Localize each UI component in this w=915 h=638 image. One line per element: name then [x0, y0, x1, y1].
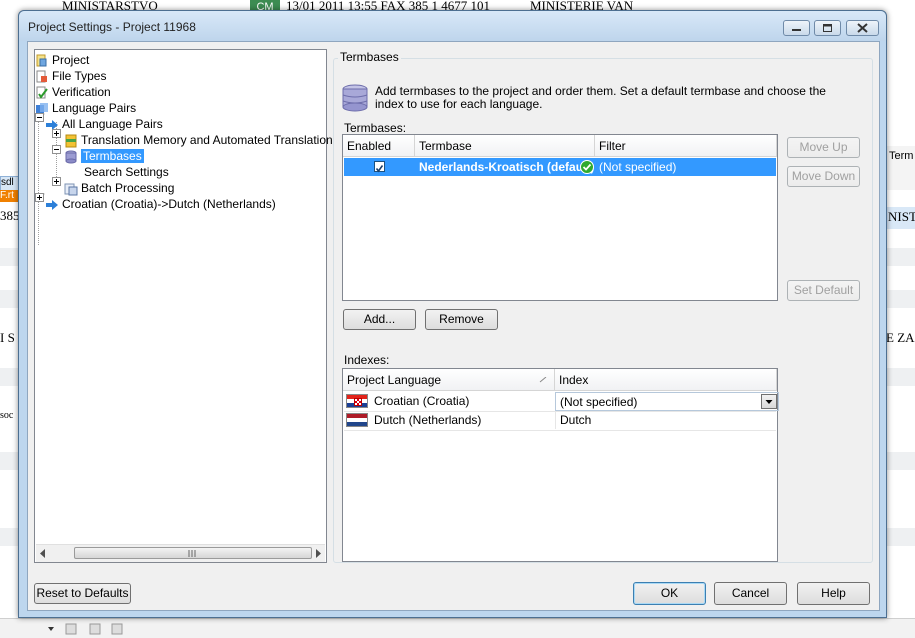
column-header-termbase[interactable]: Termbase: [415, 135, 595, 157]
scroll-right-icon[interactable]: [314, 549, 322, 558]
tree-item-label: Termbases: [81, 149, 144, 163]
tree-item-label: Search Settings: [84, 165, 169, 179]
chevron-down-icon: [765, 400, 773, 404]
tree-horizontal-scrollbar[interactable]: [36, 544, 325, 562]
tree-item-translation-memory[interactable]: Translation Memory and Automated Transla…: [64, 132, 333, 148]
tree-scroll-thumb[interactable]: [74, 547, 312, 559]
tree-item-label: File Types: [52, 69, 107, 83]
indexes-caption: Indexes:: [344, 353, 390, 367]
index-select[interactable]: (Not specified): [555, 392, 779, 411]
index-cell[interactable]: Dutch: [555, 411, 775, 429]
file-types-icon: [36, 70, 47, 83]
set-default-button[interactable]: Set Default: [787, 280, 860, 301]
project-icon: [36, 54, 47, 67]
language-cell: Croatian (Croatia): [374, 394, 470, 408]
tree-item-croatian-dutch[interactable]: Croatian (Croatia)->Dutch (Netherlands): [45, 196, 276, 212]
add-termbase-button[interactable]: Add...: [343, 309, 416, 330]
minimize-button[interactable]: [783, 20, 810, 36]
expand-translation-memory[interactable]: [52, 129, 61, 138]
bg-right-heading-text: NIST: [888, 209, 915, 224]
tree-item-verification[interactable]: Verification: [35, 84, 111, 100]
bg-left-text: I S: [0, 330, 15, 345]
checkmark-icon: [375, 165, 384, 173]
expand-croatian-dutch[interactable]: [35, 193, 44, 202]
bg-toolbar-icons: [48, 623, 123, 635]
grip-icon: [188, 550, 196, 557]
close-icon: [857, 23, 868, 33]
help-button[interactable]: Help: [797, 582, 870, 605]
batch-processing-icon: [64, 183, 78, 196]
move-down-button[interactable]: Move Down: [787, 166, 860, 187]
column-header-project-language[interactable]: Project Language: [343, 369, 555, 391]
table-row[interactable]: Croatian (Croatia) (Not specified): [344, 392, 779, 412]
tree-item-label: Verification: [52, 85, 111, 99]
arrow-right-icon: [46, 199, 58, 210]
verification-icon: [36, 86, 48, 99]
project-settings-dialog: Project Settings - Project 11968 Project…: [18, 10, 887, 618]
table-row[interactable]: Dutch (Netherlands) Dutch: [344, 411, 776, 431]
maximize-icon: [823, 24, 832, 32]
tree-item-search-settings[interactable]: Search Settings: [84, 164, 169, 180]
bg-right-tab[interactable]: Term: [886, 146, 915, 190]
bg-left-number: 385: [0, 208, 20, 223]
bg-status-bar: [0, 618, 915, 638]
tree-item-label: All Language Pairs: [62, 117, 163, 131]
tree-item-label: Batch Processing: [81, 181, 175, 195]
enabled-checkbox[interactable]: [374, 161, 385, 173]
tree-item-file-types[interactable]: File Types: [35, 68, 106, 84]
column-header-filter[interactable]: Filter: [595, 135, 777, 157]
reset-to-defaults-button[interactable]: Reset to Defaults: [34, 583, 131, 604]
column-header-label: Project Language: [347, 373, 442, 387]
scroll-left-icon[interactable]: [39, 549, 47, 558]
remove-termbase-button[interactable]: Remove: [425, 309, 498, 330]
termbase-name: Nederlands-Kroatisch (default): [419, 160, 595, 174]
translation-memory-icon: [65, 134, 77, 148]
tree-item-batch-processing[interactable]: Batch Processing: [64, 180, 174, 196]
dialog-title: Project Settings - Project 11968: [28, 20, 196, 34]
bg-right-heading: NIST: [886, 207, 915, 229]
indexes-grid[interactable]: Project Language Index Croatian (Croatia…: [342, 368, 779, 562]
tree-item-project[interactable]: Project: [35, 52, 89, 68]
termbases-grid[interactable]: Enabled Termbase Filter Nederlands-Kroat…: [342, 134, 778, 301]
collapse-termbases[interactable]: [52, 145, 61, 154]
expand-all-language-pairs[interactable]: [35, 113, 44, 122]
bg-left-file[interactable]: F.rt: [0, 190, 19, 202]
croatia-flag-icon: [346, 394, 368, 408]
settings-tree[interactable]: Project File Types Verification Language…: [34, 49, 333, 563]
bg-right-text: E ZA: [886, 330, 915, 345]
cancel-button[interactable]: Cancel: [714, 582, 787, 605]
close-button[interactable]: [846, 20, 879, 36]
language-cell: Dutch (Netherlands): [374, 413, 482, 427]
minimize-icon: [792, 29, 801, 31]
tree-item-label: Project: [52, 53, 90, 67]
tree-item-label: Croatian (Croatia)->Dutch (Netherlands): [62, 197, 276, 211]
bg-right-tab-label: Term: [889, 150, 914, 162]
table-row[interactable]: Nederlands-Kroatisch (default) (Not spec…: [344, 158, 776, 176]
tree-item-all-language-pairs[interactable]: All Language Pairs: [45, 116, 163, 132]
group-title: Termbases: [338, 50, 401, 64]
netherlands-flag-icon: [346, 413, 368, 427]
tree-item-termbases[interactable]: Termbases: [64, 148, 144, 164]
termbases-description: Add termbases to the project and order t…: [375, 84, 826, 111]
termbases-caption: Termbases:: [344, 121, 407, 135]
maximize-button[interactable]: [814, 20, 841, 36]
bg-left-text-2: soc: [0, 410, 14, 421]
expand-batch-processing[interactable]: [52, 177, 61, 186]
termbase-name-cell: Nederlands-Kroatisch (default): [415, 158, 595, 176]
termbase-icon: [65, 150, 77, 164]
column-header-index[interactable]: Index: [555, 369, 777, 391]
termbase-icon: [342, 84, 368, 112]
move-up-button[interactable]: Move Up: [787, 137, 860, 158]
column-header-enabled[interactable]: Enabled: [343, 135, 415, 157]
dropdown-button[interactable]: [761, 394, 777, 409]
tree-item-label: Translation Memory and Automated Transla…: [81, 133, 333, 147]
title-bar[interactable]: Project Settings - Project 11968: [19, 11, 886, 41]
ok-button[interactable]: OK: [633, 582, 706, 605]
default-check-icon: [580, 160, 594, 174]
termbase-filter-cell[interactable]: (Not specified): [595, 158, 775, 176]
dialog-body: Project File Types Verification Language…: [27, 41, 880, 611]
sort-icon: [539, 377, 547, 383]
index-select-value: (Not specified): [560, 395, 638, 409]
